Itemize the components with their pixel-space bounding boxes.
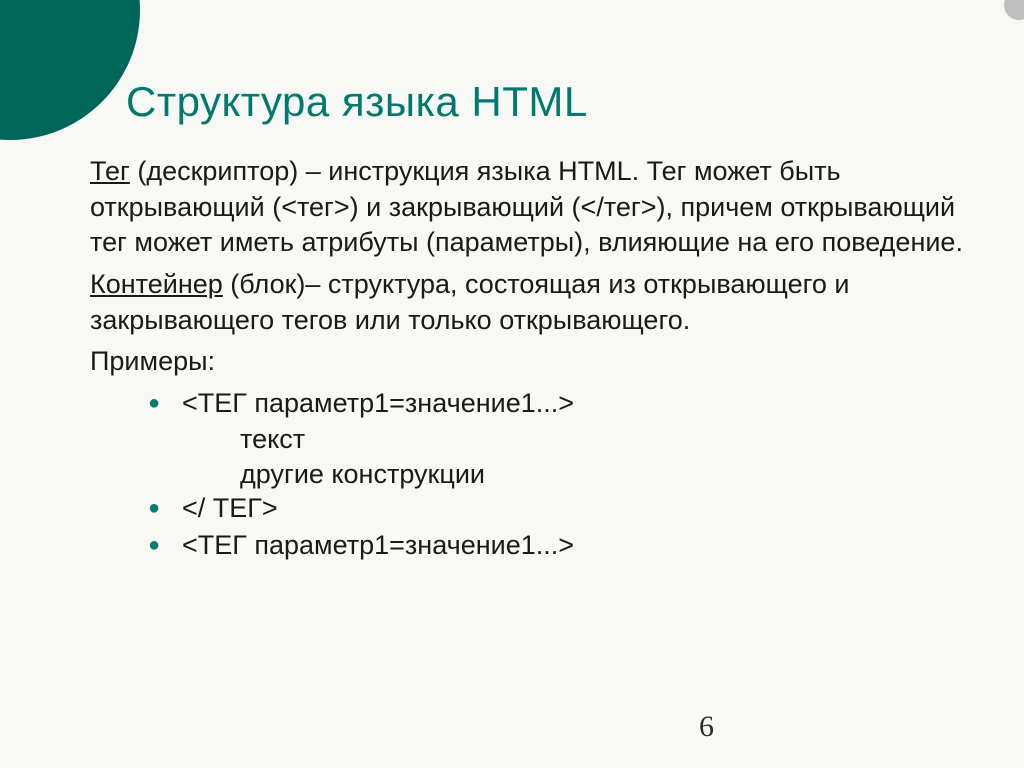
example-1-line1: <ТЕГ параметр1=значение1...>: [182, 386, 574, 421]
corner-dot: [1004, 0, 1024, 20]
example-1: ● <ТЕГ параметр1=значение1...>: [148, 386, 976, 421]
example-3: ● <ТЕГ параметр1=значение1...>: [148, 528, 976, 563]
paragraph-container: Контейнер (блок)– структура, состоящая и…: [90, 267, 976, 338]
paragraph-teg: Тег (дескриптор) – инструкция языка HTML…: [90, 154, 976, 261]
examples-list: ● <ТЕГ параметр1=значение1...> текст дру…: [148, 386, 976, 563]
example-3-text: <ТЕГ параметр1=значение1...>: [182, 528, 574, 563]
bullet-icon: ●: [148, 491, 182, 525]
term-teg: Тег: [90, 156, 130, 186]
term-container: Контейнер: [90, 269, 223, 299]
paragraph-teg-text: (дескриптор) – инструкция языка HTML. Те…: [90, 156, 963, 257]
bullet-icon: ●: [148, 528, 182, 562]
example-2: ● </ ТЕГ>: [148, 491, 976, 526]
example-1-line2: текст: [240, 422, 976, 457]
bullet-icon: ●: [148, 386, 182, 420]
page-number: 6: [699, 710, 714, 744]
example-1-line3: другие конструкции: [240, 457, 976, 492]
examples-label: Примеры:: [90, 344, 976, 380]
slide-content: Структура языка HTML Тег (дескриптор) – …: [90, 78, 976, 728]
slide-title: Структура языка HTML: [126, 78, 976, 126]
example-2-text: </ ТЕГ>: [182, 491, 278, 526]
